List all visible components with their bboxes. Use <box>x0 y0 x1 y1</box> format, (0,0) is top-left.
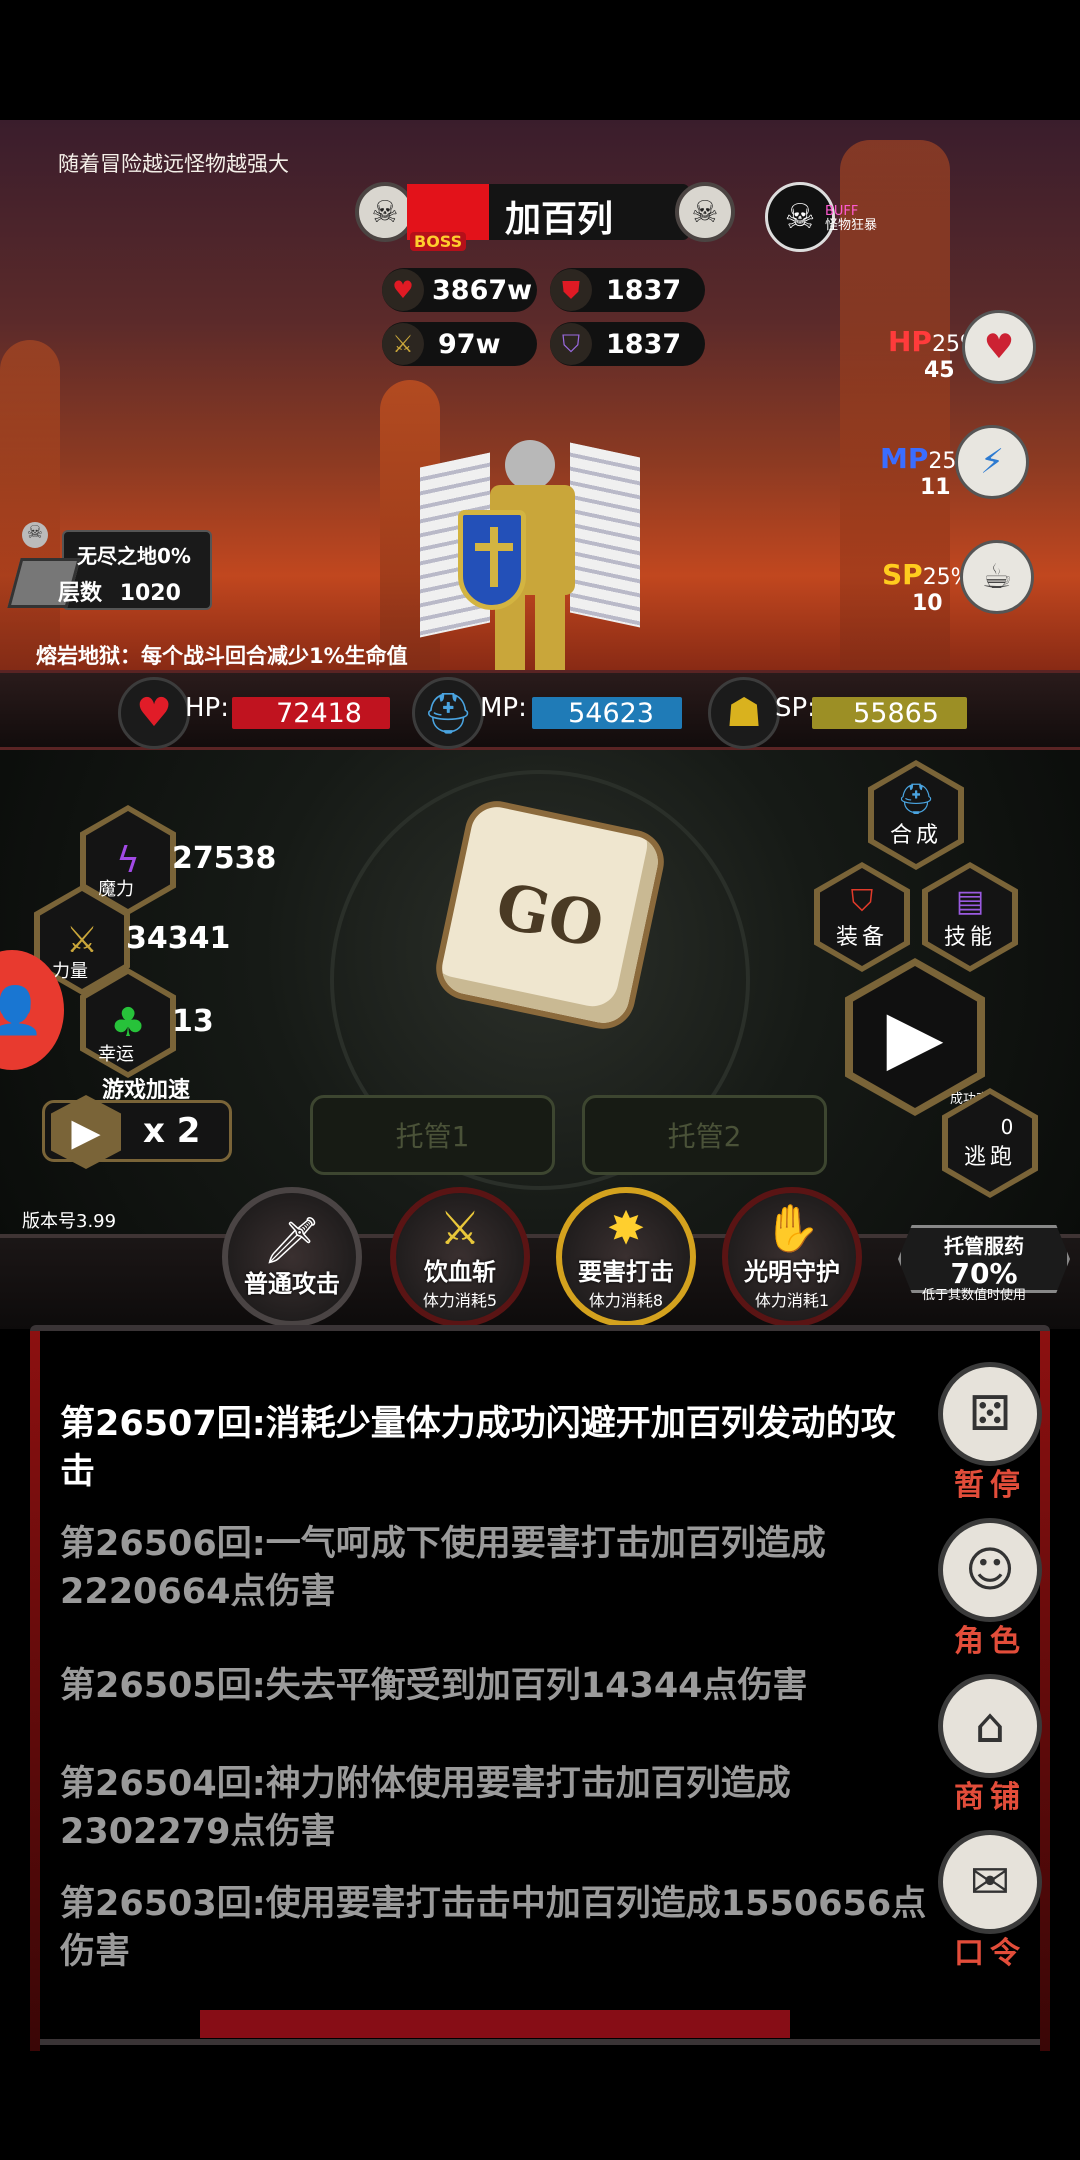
trust-slot-1[interactable]: 托管1 <box>310 1095 555 1175</box>
mp-icon: ⛑ <box>412 677 484 749</box>
book-icon: ▤ <box>955 883 985 919</box>
log-entry: 第26506回:一气呵成下使用要害打击加百列造成2220664点伤害 <box>60 1524 826 1612</box>
skull-icon: ☠ <box>675 182 735 242</box>
boss-name: 加百列 <box>505 199 614 240</box>
floor-name: 无尽之地0% <box>77 544 191 568</box>
speed-value: x 2 <box>143 1111 201 1151</box>
lava-tip: 熔岩地狱：每个战斗回合减少1%生命值 <box>36 644 408 668</box>
hp-bar: 72418 <box>232 697 390 729</box>
boss-sprite <box>420 440 640 690</box>
log-entry: 第26504回:神力附体使用要害打击加百列造成2302279点伤害 <box>60 1764 791 1852</box>
scroll-icon: ✉ <box>938 1830 1042 1934</box>
boss-nameplate: ☠ 加百列 ☠ BOSS <box>355 182 740 251</box>
dice-icon: ⚄ <box>938 1362 1042 1466</box>
cross-shield <box>458 510 526 610</box>
speed-toggle[interactable]: ▶ x 2 <box>42 1095 232 1169</box>
sword-icon: 🗡 <box>262 1212 322 1267</box>
hp-potion-icon[interactable]: ♥ <box>962 310 1036 384</box>
stat-luck: ♣ 幸运 13 <box>80 968 214 1078</box>
skill-normal-attack[interactable]: 🗡 普通攻击 <box>222 1187 362 1327</box>
heart-icon: ♥ <box>382 269 424 311</box>
battle-scene: 随着冒险越远怪物越强大 ☠ 加百列 ☠ BOSS ♥ 3867w ⛊ 1837 … <box>0 120 1080 690</box>
strength-icon: ☗ <box>708 677 780 749</box>
mp-bar: 54623 <box>532 697 682 729</box>
skill-blood-slash[interactable]: ⚔ 饮血斩 体力消耗5 <box>390 1187 530 1327</box>
skill-holy-guard[interactable]: ✋ 光明守护 体力消耗1 <box>722 1187 862 1327</box>
player-hud: ♥ HP: 72418 ⛑ MP: 54623 ☗ SP: 55865 <box>0 670 1080 750</box>
skull-icon: ☠ <box>22 522 48 548</box>
armor-icon: ⛉ <box>850 883 874 919</box>
user-icon: 👤 <box>0 982 44 1037</box>
floor-value: 1020 <box>119 581 181 606</box>
version-label: 版本号3.99 <box>22 1211 117 1232</box>
log-entry: 第26503回:使用要害打击击中加百列造成1550656点伤害 <box>60 1884 927 1972</box>
helmet-icon: ⛑ <box>896 781 936 817</box>
mp-label: MP: <box>480 693 527 723</box>
log-entry: 第26505回:失去平衡受到加百列14344点伤害 <box>60 1666 808 1706</box>
floor-label: 层数 <box>58 581 103 606</box>
sword-icon: ⚔ <box>65 919 99 961</box>
auto-potion-toggle[interactable]: 托管服药 70% <box>898 1225 1070 1293</box>
hp-label: HP: <box>185 693 229 723</box>
scene-tip: 随着冒险越远怪物越强大 <box>58 152 289 176</box>
sp-label: SP: <box>775 693 816 723</box>
buff-label: BUFF 怪物狂暴 <box>825 204 878 233</box>
log-entry: 第26507回:消耗少量体力成功闪避开加百列发动的攻击 <box>60 1404 896 1492</box>
skull-icon: ☠ <box>355 182 415 242</box>
play-icon: ▶ <box>71 1110 101 1154</box>
floor-info: ☠ 无尽之地0% 层数 1020 <box>7 522 212 610</box>
hand-icon: ✋ <box>763 1200 821 1255</box>
sp-bar: 55865 <box>812 697 967 729</box>
shield-icon: ⛊ <box>550 269 592 311</box>
hood-icon: ☺ <box>938 1518 1042 1622</box>
dice-go-button[interactable]: GO <box>437 802 663 1028</box>
boss-atk-stat: ⚔ 97w <box>382 322 537 366</box>
heart-icon: ♥ <box>118 677 190 749</box>
sword-icon: ⚔ <box>382 323 424 365</box>
skill-critical-strike[interactable]: ✸ 要害打击 体力消耗8 <box>556 1187 696 1327</box>
sp-potion-icon[interactable]: ☕ <box>960 540 1034 614</box>
shop-icon: ⌂ <box>938 1674 1042 1778</box>
log-bottom-bar <box>200 2010 790 2038</box>
pause-button[interactable]: ⚄ 暂停 <box>935 1362 1045 1504</box>
auto-potion-note: 低于其数值时使用 <box>922 1288 1027 1303</box>
play-icon: ▶ <box>886 994 944 1080</box>
boss-def-stat: ⛊ 1837 <box>550 268 705 312</box>
mp-potion-icon[interactable]: ⚡ <box>955 425 1029 499</box>
lava-pillar <box>0 340 60 680</box>
trust-slot-2[interactable]: 托管2 <box>582 1095 827 1175</box>
magic-shield-icon: ⛉ <box>550 323 592 365</box>
blade-icon: ⚔ <box>439 1200 481 1255</box>
shop-button[interactable]: ⌂ 商铺 <box>935 1674 1045 1816</box>
burst-icon: ✸ <box>606 1200 646 1255</box>
escape-rate: 0 <box>1000 1115 1014 1139</box>
boss-mdef-stat: ⛉ 1837 <box>550 322 705 366</box>
code-button[interactable]: ✉ 口令 <box>935 1830 1045 1972</box>
boss-tag: BOSS <box>410 232 467 251</box>
role-button[interactable]: ☺ 角色 <box>935 1518 1045 1660</box>
boss-hp-stat: ♥ 3867w <box>382 268 537 312</box>
